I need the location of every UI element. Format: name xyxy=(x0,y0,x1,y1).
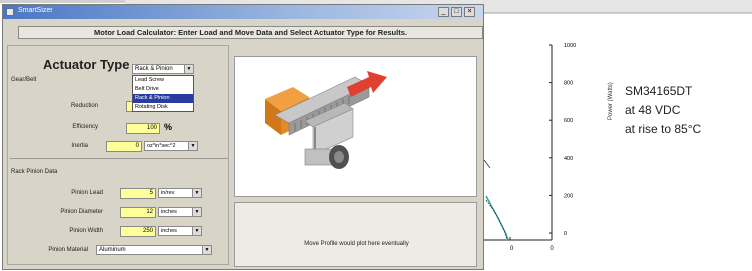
dropdown-option[interactable]: Rotating Disk xyxy=(133,103,193,112)
close-button[interactable]: × xyxy=(464,7,475,17)
actuator-type-select[interactable]: Rack & Pinion ▼ xyxy=(132,64,194,74)
pinion-width-unit-value: inches xyxy=(161,228,177,234)
pinion-width-unit-select[interactable]: inches ▼ xyxy=(158,226,202,236)
dropdown-option[interactable]: Lead Screw xyxy=(133,76,193,85)
window-title: SmartSizer xyxy=(18,7,53,14)
pinion-lead-input[interactable]: 5 xyxy=(120,188,156,199)
power-curve-dark xyxy=(485,199,508,241)
y-tick-label: 800 xyxy=(564,81,573,87)
pinion-diameter-label: Pinion Diameter xyxy=(60,209,103,215)
dropdown-arrow-icon[interactable]: ▼ xyxy=(202,246,211,254)
inertia-label: Inertia xyxy=(71,143,88,149)
efficiency-label: Efficiency xyxy=(72,124,98,130)
pinion-diameter-input[interactable]: 12 xyxy=(120,207,156,218)
efficiency-input[interactable]: 100 xyxy=(126,123,160,134)
inertia-input[interactable]: 0 xyxy=(106,141,142,152)
motor-model-label: SM34165DT xyxy=(625,84,693,98)
reduction-label: Reduction xyxy=(70,103,98,109)
pinion-material-select[interactable]: Aluminum ▼ xyxy=(96,245,212,255)
app-icon xyxy=(6,8,14,16)
window-titlebar[interactable]: SmartSizer _ □ × xyxy=(3,5,483,19)
x-tick-label: 0 xyxy=(550,246,554,252)
inertia-unit-select[interactable]: oz*in*sec^2 ▼ xyxy=(144,141,198,151)
pinion-material-value: Aluminum xyxy=(99,247,126,253)
dropdown-arrow-icon[interactable]: ▼ xyxy=(184,65,193,73)
y-tick-label: 400 xyxy=(564,156,573,162)
y-tick-label: 0 xyxy=(564,231,567,237)
y-tick-label: 1000 xyxy=(564,43,576,49)
pinion-lead-label: Pinion Lead xyxy=(71,190,103,196)
dropdown-arrow-icon[interactable]: ▼ xyxy=(188,142,197,150)
pinion-width-label: Pinion Width xyxy=(69,228,103,234)
minimize-button[interactable]: _ xyxy=(438,7,449,17)
pinion-diameter-unit-value: inches xyxy=(161,209,177,215)
motor-voltage-label: at 48 VDC xyxy=(625,103,681,117)
actuator-type-label: Actuator Type xyxy=(43,57,130,72)
actuator-type-value: Rack & Pinion xyxy=(135,66,173,72)
y-tick-label: 200 xyxy=(564,193,573,199)
rack-pinion-illustration xyxy=(265,71,387,169)
move-profile-message: Move Profile would plot here eventually xyxy=(304,241,409,247)
section-divider xyxy=(10,158,228,159)
power-curve-teal xyxy=(485,195,509,241)
dropdown-option-selected[interactable]: Rack & Pinion xyxy=(133,94,193,103)
inertia-unit-value: oz*in*sec^2 xyxy=(147,143,176,149)
pinion-width-input[interactable]: 250 xyxy=(120,226,156,237)
pinion-lead-unit-value: in/rev xyxy=(161,190,175,196)
instruction-banner: Motor Load Calculator: Enter Load and Mo… xyxy=(18,26,483,39)
actuator-type-dropdown-list[interactable]: Lead Screw Belt Drive Rack & Pinion Rota… xyxy=(132,75,194,112)
dropdown-arrow-icon[interactable]: ▼ xyxy=(192,208,201,216)
chart-y-axis-label: Power (Watts) xyxy=(608,82,614,120)
dropdown-arrow-icon[interactable]: ▼ xyxy=(192,227,201,235)
gear-section-label: Gear/Belt xyxy=(11,77,37,83)
dropdown-option[interactable]: Belt Drive xyxy=(133,85,193,94)
pinion-material-label: Pinion Material xyxy=(48,247,88,253)
pinion-lead-unit-select[interactable]: in/rev ▼ xyxy=(158,188,202,198)
smartsizer-window: SmartSizer _ □ × Motor Load Calculator: … xyxy=(2,4,484,270)
x-tick-label: 0 xyxy=(510,246,514,252)
motor-temp-label: at rise to 85°C xyxy=(625,122,702,136)
rack-pinion-section-label: Rack Pinion Data xyxy=(11,169,58,175)
input-panel: Actuator Type Rack & Pinion ▼ Gear/Belt … xyxy=(7,45,229,265)
y-tick-label: 600 xyxy=(564,118,573,124)
dropdown-arrow-icon[interactable]: ▼ xyxy=(192,189,201,197)
actuator-illustration-panel xyxy=(234,56,477,197)
maximize-button[interactable]: □ xyxy=(451,7,462,17)
pinion-diameter-unit-select[interactable]: inches ▼ xyxy=(158,207,202,217)
move-profile-panel: Move Profile would plot here eventually xyxy=(234,202,477,267)
efficiency-unit: % xyxy=(164,122,173,132)
